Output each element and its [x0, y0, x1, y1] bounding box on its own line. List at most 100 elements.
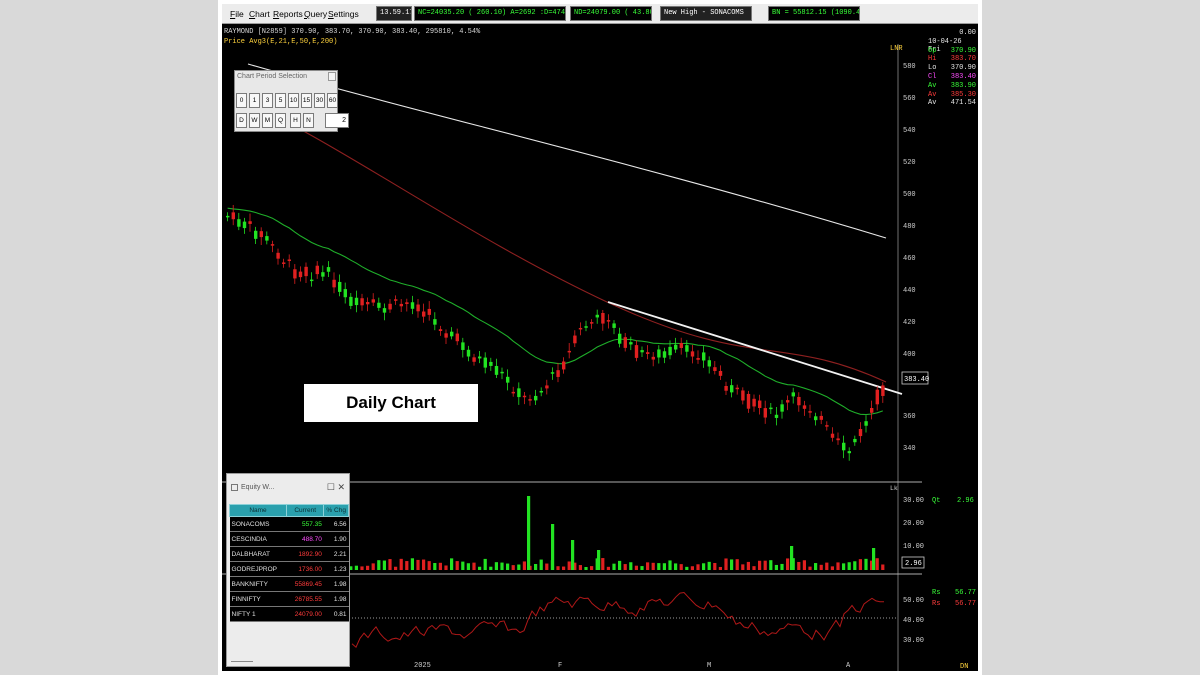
- volume-bar: [763, 560, 767, 570]
- volume-bar: [808, 566, 812, 570]
- volume-bar: [618, 560, 622, 570]
- volume-bar: [786, 558, 790, 570]
- candle-body: [752, 398, 756, 407]
- volume-bar: [489, 566, 493, 570]
- candle-body: [461, 342, 465, 350]
- candle-body: [265, 236, 269, 241]
- month-label: F: [558, 662, 562, 670]
- volume-bar: [657, 563, 661, 570]
- volume-bar: [746, 561, 750, 570]
- row-current: 557.35: [286, 516, 324, 532]
- volume-bar: [730, 559, 734, 570]
- period-button-n[interactable]: N: [303, 113, 314, 128]
- period-button-h[interactable]: H: [290, 113, 301, 128]
- candle-body: [388, 303, 392, 310]
- window-controls[interactable]: ☐ ✕: [327, 482, 345, 493]
- volume-bar: [662, 563, 666, 570]
- row-change: 6.56: [323, 516, 349, 532]
- volume-info-label: Qt: [932, 497, 940, 505]
- table-row[interactable]: GODREJPROP 1736.00 1.23: [229, 561, 349, 577]
- candle-body: [410, 302, 415, 309]
- volume-bar: [690, 566, 694, 570]
- candle-body: [360, 298, 364, 306]
- period-value-input[interactable]: 2: [325, 113, 349, 128]
- candle-body: [254, 230, 258, 239]
- candle-body: [455, 333, 459, 342]
- trendline: [607, 301, 903, 395]
- candle-body: [534, 395, 538, 401]
- candle-body: [763, 408, 767, 418]
- candle-body: [780, 404, 784, 412]
- period-button-0[interactable]: 0: [236, 93, 247, 108]
- candle-body: [506, 376, 510, 383]
- table-row[interactable]: DALBHARAT 1892.90 2.21: [229, 546, 349, 562]
- candle-body: [612, 323, 616, 328]
- candle-body: [349, 296, 353, 306]
- period-button-60[interactable]: 60: [327, 93, 338, 108]
- table-row[interactable]: FINNIFTY 26785.55 1.98: [229, 591, 349, 607]
- volume-bar: [545, 563, 549, 570]
- candle-body: [629, 342, 633, 345]
- candle-body: [231, 212, 235, 220]
- price-tick: 540: [903, 127, 916, 135]
- volume-bar: [797, 561, 801, 570]
- ohlc-value: 370.90: [950, 64, 976, 73]
- row-current: 1736.00: [286, 561, 324, 577]
- table-row[interactable]: BANKNIFTY 55869.45 1.98: [229, 576, 349, 592]
- candle-body: [797, 396, 801, 406]
- candle-body: [847, 451, 851, 454]
- volume-bar: [646, 562, 650, 570]
- candle-body: [326, 267, 331, 272]
- volume-bar: [366, 565, 370, 570]
- candle-body: [718, 370, 723, 376]
- volume-bar: [606, 566, 610, 570]
- table-row[interactable]: SONACOMS 557.35 6.56: [229, 516, 349, 532]
- candle-body: [674, 344, 678, 350]
- period-button-weekly[interactable]: W: [249, 113, 260, 128]
- candle-body: [282, 262, 286, 264]
- ohlc-label: Av: [928, 90, 937, 99]
- volume-bar: [506, 563, 510, 570]
- candle-body: [450, 331, 454, 337]
- period-button-1[interactable]: 1: [249, 93, 260, 108]
- period-button-15[interactable]: 15: [301, 93, 312, 108]
- table-row[interactable]: NIFTY 1 24079.00 0.81: [229, 606, 349, 622]
- row-name: SONACOMS: [229, 516, 287, 532]
- volume-bar: [500, 562, 504, 570]
- watch-table: Name Current % Chg SONACOMS 557.35 6.56 CE…: [228, 504, 349, 622]
- candle-body: [405, 302, 409, 304]
- candle-body: [382, 308, 387, 313]
- period-button-30[interactable]: 30: [314, 93, 325, 108]
- period-button-3[interactable]: 3: [262, 93, 273, 108]
- volume-bar: [444, 565, 448, 570]
- period-button-5[interactable]: 5: [275, 93, 286, 108]
- rsi-line: [351, 591, 885, 649]
- row-current: 55869.45: [286, 576, 324, 592]
- volume-bar: [422, 559, 426, 570]
- candle-body: [791, 392, 795, 397]
- volume-spike: [597, 550, 601, 570]
- table-row[interactable]: CESCINDIA 488.70 1.90: [229, 531, 349, 547]
- column-header[interactable]: Current: [286, 504, 325, 517]
- ohlc-label: Av: [928, 99, 937, 108]
- candle-body: [808, 411, 812, 413]
- candle-body: [511, 391, 515, 394]
- column-header[interactable]: Name: [228, 504, 288, 517]
- ohlc-row: 10-04-26 Fri: [928, 38, 976, 54]
- close-button[interactable]: [328, 72, 336, 81]
- chart-period-dialog: Chart Period Selection 0 1 3 5 10 15 30 …: [234, 70, 349, 132]
- month-label: 2025: [414, 662, 431, 670]
- rsi-info-value: 56.77: [955, 589, 976, 597]
- volume-bar: [517, 564, 521, 570]
- candlesticks: [226, 204, 885, 461]
- price-tick: 580: [903, 63, 916, 71]
- period-button-monthly[interactable]: M: [262, 113, 273, 128]
- period-button-daily[interactable]: D: [236, 113, 247, 128]
- period-button-10[interactable]: 10: [288, 93, 299, 108]
- volume-bar: [881, 564, 885, 570]
- candle-body: [287, 259, 291, 261]
- column-header[interactable]: % Chg: [323, 504, 349, 517]
- price-tick: 440: [903, 287, 916, 295]
- period-button-quarterly[interactable]: Q: [275, 113, 286, 128]
- row-name: BANKNIFTY: [229, 576, 287, 592]
